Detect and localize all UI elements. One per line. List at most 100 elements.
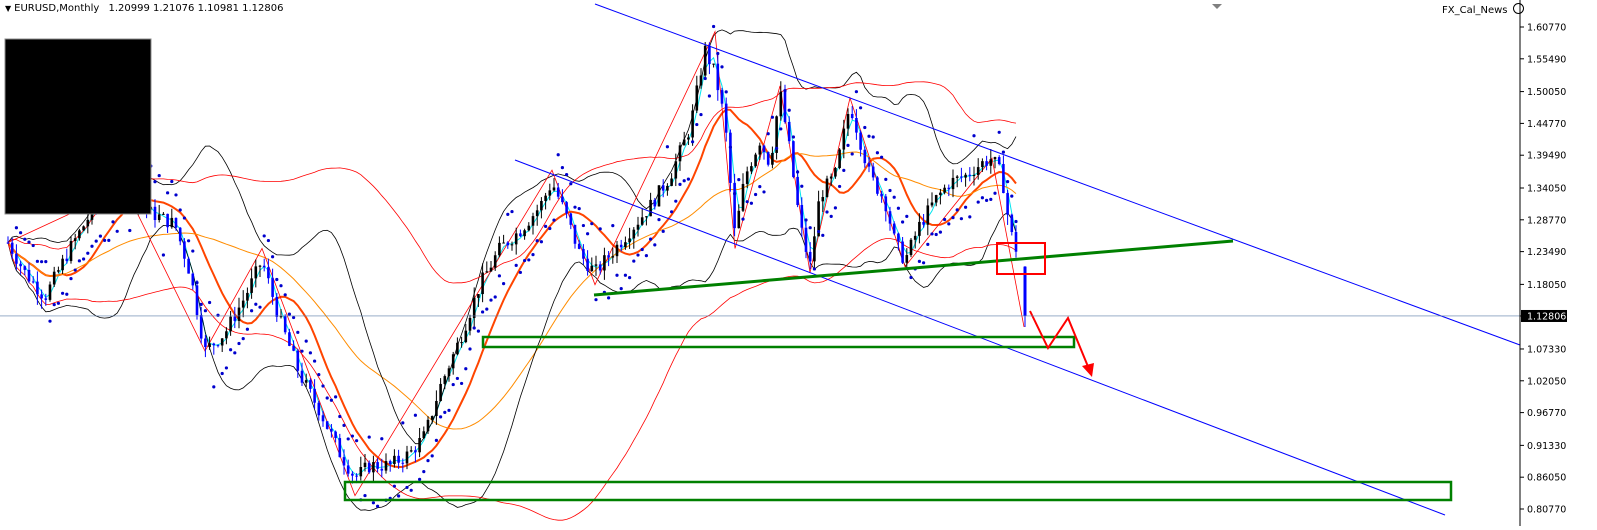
sar-dot bbox=[481, 310, 485, 314]
sar-dot bbox=[976, 200, 980, 204]
sar-dot bbox=[749, 201, 754, 205]
candle-body bbox=[598, 264, 602, 271]
candle-body bbox=[544, 195, 547, 201]
sar-dot bbox=[493, 295, 497, 299]
candle-body bbox=[388, 461, 392, 465]
sar-dot bbox=[712, 24, 716, 29]
sar-dot bbox=[472, 326, 476, 330]
candle-body bbox=[771, 152, 774, 165]
chart-area[interactable]: 1.60770 1.55490 1.50050 1.44770 1.39490 1.340… bbox=[0, 0, 1597, 526]
sar-dot bbox=[598, 227, 602, 231]
candle-body bbox=[183, 241, 186, 259]
sar-dot bbox=[779, 127, 783, 131]
sar-dot bbox=[699, 112, 703, 117]
axis-tick-label: 1.18050 bbox=[1527, 280, 1566, 291]
candle-body bbox=[514, 233, 518, 245]
candle-body bbox=[737, 210, 741, 229]
candle-body bbox=[288, 332, 291, 346]
current-price-label: 1.12806 bbox=[1527, 311, 1566, 322]
sar-dot bbox=[854, 90, 859, 94]
candle-body bbox=[363, 462, 367, 468]
sar-dot bbox=[871, 135, 875, 139]
sar-dot bbox=[607, 296, 611, 300]
candle-body bbox=[52, 271, 56, 285]
candle-body bbox=[720, 90, 724, 104]
candle-body bbox=[439, 383, 442, 401]
sar-dot bbox=[317, 372, 321, 377]
candle-body bbox=[166, 213, 169, 228]
candle-body bbox=[334, 431, 337, 439]
sar-dot bbox=[724, 90, 728, 94]
sar-dot bbox=[334, 395, 338, 399]
sar-dot bbox=[430, 454, 434, 458]
axis-tick-label: 0.91330 bbox=[1527, 441, 1566, 452]
dropdown-triangle-icon[interactable]: ▼ bbox=[5, 4, 11, 13]
candle-body bbox=[829, 176, 833, 179]
sar-dot bbox=[56, 301, 61, 305]
sar-dot bbox=[439, 415, 443, 419]
candle-body bbox=[615, 244, 619, 257]
sar-dot bbox=[397, 494, 401, 498]
candle-body bbox=[426, 419, 430, 432]
sar-dot bbox=[838, 184, 842, 189]
candle-body bbox=[703, 45, 707, 76]
sar-dot bbox=[938, 230, 943, 234]
sar-dot bbox=[653, 243, 657, 247]
sar-dot bbox=[523, 258, 527, 263]
candle-body bbox=[262, 265, 266, 268]
candle-body bbox=[619, 244, 623, 248]
sar-dot bbox=[817, 229, 821, 234]
candle-body bbox=[401, 462, 405, 464]
sar-dot bbox=[258, 305, 262, 309]
sar-dot bbox=[31, 243, 35, 248]
candle-body bbox=[783, 91, 787, 122]
candle-body bbox=[766, 152, 770, 165]
candle-body bbox=[304, 380, 308, 383]
sar-dot bbox=[808, 226, 812, 230]
sar-dot bbox=[670, 210, 674, 214]
sar-dot bbox=[875, 151, 880, 155]
sar-dot bbox=[115, 229, 119, 233]
ohlc-values: 1.20999 1.21076 1.10981 1.12806 bbox=[108, 3, 284, 14]
candle-body bbox=[594, 264, 598, 266]
sar-dot bbox=[376, 504, 380, 508]
axis-tick-label: 1.44770 bbox=[1527, 119, 1566, 130]
indicator-label-wrap: FX_Cal_News bbox=[1442, 3, 1524, 16]
candle-body bbox=[708, 45, 711, 65]
sar-dot bbox=[182, 216, 186, 220]
sar-dot bbox=[283, 293, 287, 297]
candle-body bbox=[712, 63, 715, 65]
candle-body bbox=[922, 221, 925, 225]
sar-dot bbox=[229, 348, 233, 352]
sar-dot bbox=[615, 273, 619, 277]
candle-body bbox=[292, 345, 295, 351]
candle-body bbox=[187, 258, 190, 274]
candle-body bbox=[624, 242, 627, 248]
axis-tick-label: 1.39490 bbox=[1527, 151, 1566, 162]
candle-body bbox=[821, 197, 825, 202]
sar-dot bbox=[262, 234, 266, 238]
sar-dot bbox=[770, 115, 775, 119]
candle-body bbox=[813, 236, 816, 262]
candle-body bbox=[275, 296, 279, 317]
candle-body bbox=[653, 199, 657, 207]
axis-tick-label: 0.80770 bbox=[1527, 505, 1566, 516]
candle-body bbox=[850, 114, 854, 118]
sar-dot bbox=[775, 146, 779, 150]
sar-dot bbox=[901, 220, 905, 224]
candle-body bbox=[640, 217, 644, 225]
sar-dot bbox=[565, 173, 569, 177]
candle-body bbox=[493, 255, 497, 268]
sar-dot bbox=[628, 276, 632, 280]
candle-body bbox=[464, 330, 468, 343]
sar-dot bbox=[644, 254, 649, 258]
price-chart[interactable]: 1.60770 1.55490 1.50050 1.44770 1.39490 1.340… bbox=[0, 0, 1597, 526]
sar-dot bbox=[619, 287, 623, 291]
candle-body bbox=[313, 388, 316, 403]
sar-dot bbox=[73, 268, 77, 272]
sar-dot bbox=[157, 173, 161, 178]
sar-dot bbox=[413, 413, 417, 417]
sar-dot bbox=[300, 349, 304, 353]
candle-body bbox=[73, 238, 77, 242]
candle-body bbox=[23, 266, 27, 270]
